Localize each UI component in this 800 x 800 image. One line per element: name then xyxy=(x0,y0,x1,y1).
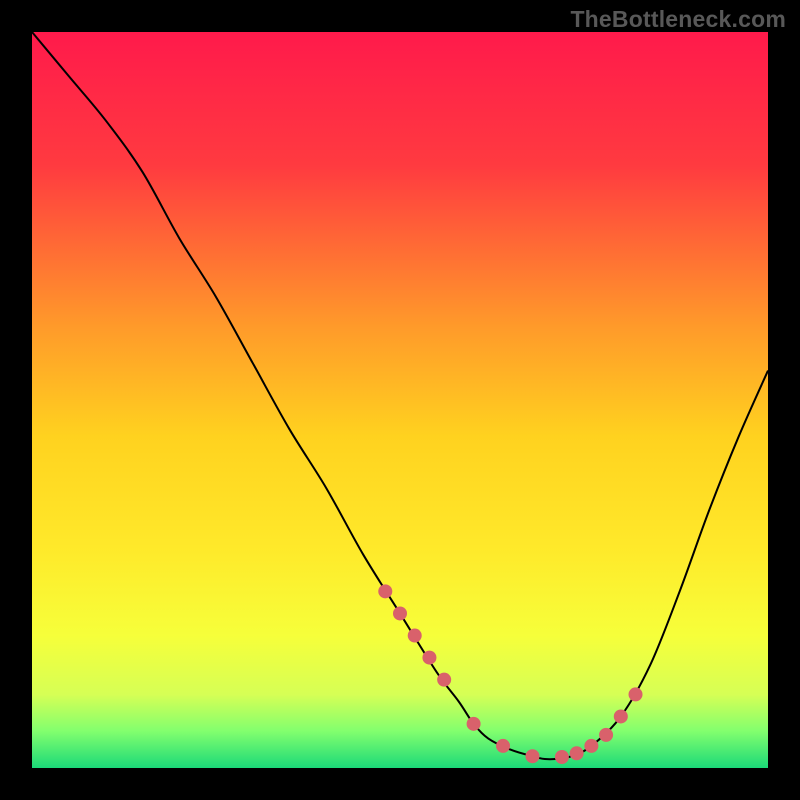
marker-dot xyxy=(525,749,539,763)
marker-dot xyxy=(570,746,584,760)
marker-dot xyxy=(437,673,451,687)
gradient-background xyxy=(32,32,768,768)
marker-dot xyxy=(496,739,510,753)
marker-dot xyxy=(408,629,422,643)
marker-dot xyxy=(599,728,613,742)
marker-dot xyxy=(378,584,392,598)
chart-container: TheBottleneck.com xyxy=(0,0,800,800)
marker-dot xyxy=(584,739,598,753)
marker-dot xyxy=(614,709,628,723)
marker-dot xyxy=(422,651,436,665)
marker-dot xyxy=(629,687,643,701)
watermark-text: TheBottleneck.com xyxy=(570,6,786,33)
bottleneck-plot xyxy=(0,0,800,800)
marker-dot xyxy=(393,606,407,620)
marker-dot xyxy=(467,717,481,731)
marker-dot xyxy=(555,750,569,764)
